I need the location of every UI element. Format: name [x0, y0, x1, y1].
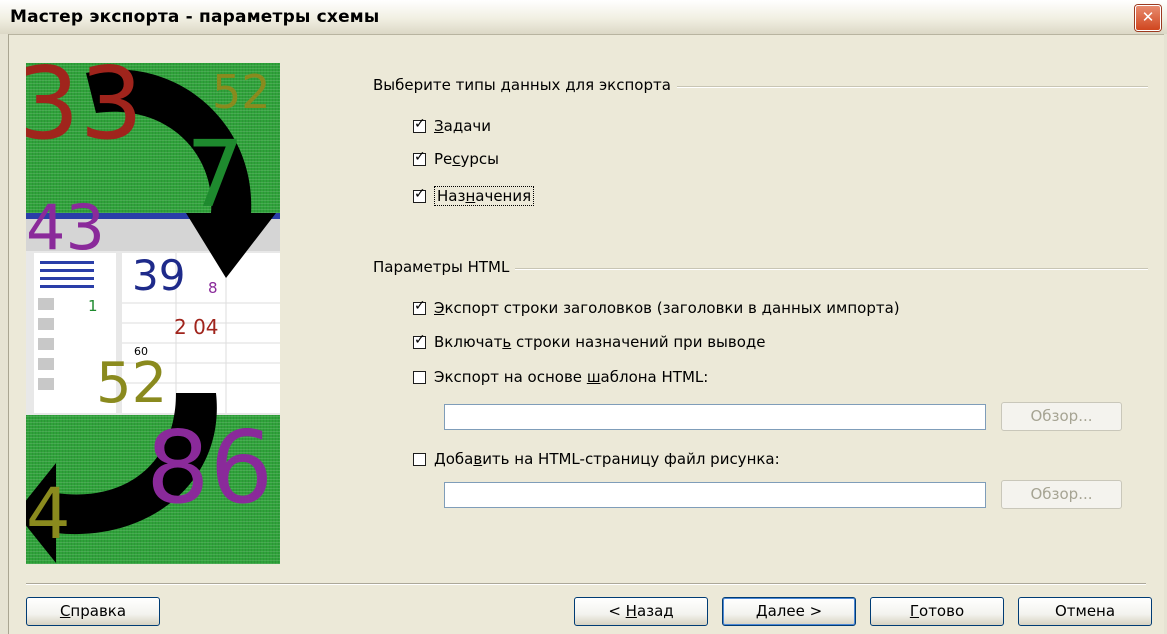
- checkbox-include-assignment-rows-box[interactable]: [413, 332, 426, 349]
- help-button[interactable]: Справка: [26, 597, 160, 626]
- checkbox-tasks[interactable]: Задачи: [413, 116, 491, 135]
- checkbox-assignments[interactable]: Назначения: [413, 186, 535, 206]
- illustration-number-5: 39: [132, 251, 186, 300]
- checkbox-add-image-file-box[interactable]: [413, 452, 426, 466]
- illustration-number-1: 33: [26, 63, 144, 162]
- illustration-number-8: 2 04: [174, 315, 219, 339]
- checkbox-include-assignment-rows[interactable]: Включать строки назначений при выводе: [413, 332, 766, 351]
- window-title: Мастер экспорта - параметры схемы: [10, 7, 380, 27]
- checkbox-export-header-row[interactable]: Экспорт строки заголовков (заголовки в д…: [413, 298, 900, 317]
- checkbox-export-header-row-label: Экспорт строки заголовков (заголовки в д…: [434, 299, 900, 317]
- html-params-legend: Параметры HTML: [373, 258, 516, 276]
- checkbox-add-image-file-label: Добавить на HTML-страницу файл рисунка:: [434, 450, 780, 468]
- illustration-number-2: 52: [212, 65, 271, 119]
- cancel-button[interactable]: Отмена: [1018, 597, 1152, 626]
- checkbox-resources-box[interactable]: [413, 149, 426, 166]
- window-frame-left: [0, 34, 9, 634]
- checkbox-use-html-template[interactable]: Экспорт на основе шаблона HTML:: [413, 368, 708, 386]
- close-icon: ✕: [1141, 8, 1155, 26]
- browse-template-button[interactable]: Обзор...: [1001, 402, 1122, 431]
- checkbox-use-html-template-box[interactable]: [413, 370, 426, 384]
- image-file-path-input[interactable]: [444, 482, 986, 508]
- bottom-separator: [26, 583, 1146, 585]
- checkbox-use-html-template-label: Экспорт на основе шаблона HTML:: [434, 368, 709, 386]
- checkbox-tasks-box[interactable]: [413, 116, 426, 133]
- illustration-number-4: 43: [26, 191, 105, 264]
- illustration-number-12: 4: [26, 473, 71, 555]
- wizard-illustration: 33 52 7 43 39 8 1 2 04 60 52 86 4: [26, 63, 280, 564]
- export-types-legend: Выберите типы данных для экспорта: [373, 76, 677, 94]
- illustration-number-11: 86: [146, 409, 274, 526]
- checkbox-tasks-label: Задачи: [434, 117, 491, 135]
- illustration-number-3: 7: [186, 121, 245, 228]
- checkbox-include-assignment-rows-label: Включать строки назначений при выводе: [434, 333, 766, 351]
- illustration-number-7: 1: [88, 297, 98, 315]
- html-template-path-input[interactable]: [444, 404, 986, 430]
- checkbox-add-image-file[interactable]: Добавить на HTML-страницу файл рисунка:: [413, 450, 780, 468]
- illustration-number-10: 52: [96, 351, 168, 416]
- checkbox-resources[interactable]: Ресурсы: [413, 149, 500, 168]
- close-button[interactable]: ✕: [1135, 5, 1161, 31]
- checkbox-resources-label: Ресурсы: [434, 150, 500, 168]
- checkbox-assignments-box[interactable]: [413, 186, 426, 203]
- title-bar: Мастер экспорта - параметры схемы ✕: [0, 0, 1167, 35]
- finish-button[interactable]: Готово: [870, 597, 1004, 626]
- browse-image-button[interactable]: Обзор...: [1001, 480, 1122, 509]
- next-button[interactable]: Далее >: [722, 597, 856, 626]
- checkbox-export-header-row-box[interactable]: [413, 298, 426, 315]
- illustration-number-6: 8: [208, 279, 218, 297]
- checkbox-assignments-label: Назначения: [434, 186, 535, 206]
- back-button[interactable]: < Назад: [574, 597, 708, 626]
